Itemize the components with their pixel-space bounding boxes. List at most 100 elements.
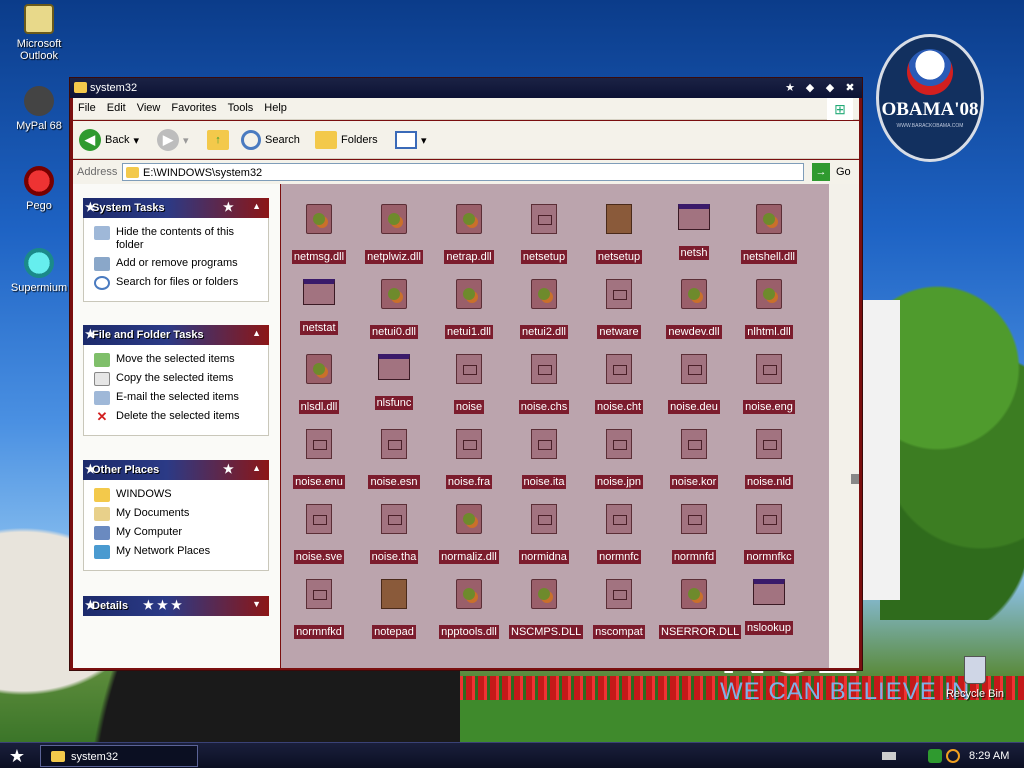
file-item[interactable]: netrap.dll (434, 204, 504, 264)
file-item[interactable]: netui1.dll (434, 279, 504, 339)
folder-icon (74, 82, 87, 93)
file-item[interactable]: noise.fra (434, 429, 504, 489)
file-item[interactable]: netsetup (584, 204, 654, 264)
close-button[interactable]: ✖ (842, 80, 858, 96)
system-tasks-header[interactable]: ★ System Tasks ★ ▲ (83, 198, 269, 218)
menu-favorites[interactable]: Favorites (166, 98, 222, 114)
clock[interactable]: 8:29 AM (969, 750, 1009, 762)
file-item[interactable]: netplwiz.dll (359, 204, 429, 264)
back-button[interactable]: ◀ Back ▾ (79, 128, 139, 152)
place-windows[interactable]: WINDOWS (94, 488, 262, 502)
collapse-chevron-icon[interactable]: ▲ (252, 463, 261, 473)
star-icon[interactable]: ★ (782, 80, 798, 96)
vertical-scrollbar[interactable] (829, 184, 859, 668)
address-input[interactable]: E:\WINDOWS\system32 (122, 163, 804, 181)
file-item[interactable]: noise.jpn (584, 429, 654, 489)
file-item[interactable]: noise.kor (659, 429, 729, 489)
search-button[interactable]: Search (241, 128, 300, 152)
file-name: NSCMPS.DLL (509, 625, 584, 639)
file-item[interactable]: noise.esn (359, 429, 429, 489)
file-item[interactable]: nlsfunc (359, 354, 429, 410)
file-item[interactable]: netmsg.dll (284, 204, 354, 264)
desktop-icon-mypal[interactable]: MyPal 68 (4, 86, 74, 132)
task-hide-contents[interactable]: Hide the contents of this folder (94, 226, 262, 252)
network-tray-icon[interactable] (928, 749, 942, 763)
menu-tools[interactable]: Tools (223, 98, 260, 114)
task-move-items[interactable]: Move the selected items (94, 353, 262, 367)
start-button[interactable]: ★ (4, 745, 30, 767)
file-item[interactable]: noise.chs (509, 354, 579, 414)
file-item[interactable]: normnfd (659, 504, 729, 564)
task-email-items[interactable]: E-mail the selected items (94, 391, 262, 405)
file-item[interactable]: noise.tha (359, 504, 429, 564)
file-item[interactable]: netui0.dll (359, 279, 429, 339)
go-button[interactable]: → Go (812, 163, 851, 181)
minimize-button[interactable]: ◆ (802, 80, 818, 96)
task-copy-items[interactable]: Copy the selected items (94, 372, 262, 386)
up-folder-button[interactable]: ↑ (207, 128, 229, 152)
maximize-button[interactable]: ◆ (822, 80, 838, 96)
task-search-files[interactable]: Search for files or folders (94, 276, 262, 290)
place-my-computer[interactable]: My Computer (94, 526, 262, 540)
file-item[interactable]: netui2.dll (509, 279, 579, 339)
menu-edit[interactable]: Edit (102, 98, 132, 114)
file-item[interactable]: normnfkc (734, 504, 804, 564)
file-item[interactable]: netsetup (509, 204, 579, 264)
desktop-icon-outlook[interactable]: Microsoft Outlook (4, 4, 74, 62)
scrollbar-thumb[interactable] (851, 474, 859, 484)
folders-button[interactable]: Folders (315, 128, 378, 152)
menu-file[interactable]: File (73, 98, 102, 114)
chevron-down-icon[interactable]: ▾ (133, 134, 139, 147)
file-item[interactable]: noise (434, 354, 504, 414)
expand-chevron-icon[interactable]: ▼ (252, 599, 261, 609)
file-item[interactable]: netshell.dll (734, 204, 804, 264)
file-item[interactable]: nlsdl.dll (284, 354, 354, 414)
keyboard-icon[interactable] (882, 752, 896, 760)
file-item[interactable]: noise.eng (734, 354, 804, 414)
details-header[interactable]: ★ Details ★ ★ ★ ▼ (83, 596, 269, 616)
file-item[interactable]: normaliz.dll (434, 504, 504, 564)
views-button[interactable]: ▾ (395, 128, 427, 152)
collapse-chevron-icon[interactable]: ▲ (252, 201, 261, 211)
menu-view[interactable]: View (132, 98, 167, 114)
task-delete-items[interactable]: ✕ Delete the selected items (94, 410, 262, 424)
file-item[interactable]: nscompat (584, 579, 654, 639)
file-item[interactable]: noise.sve (284, 504, 354, 564)
file-item[interactable]: noise.cht (584, 354, 654, 414)
place-my-network[interactable]: My Network Places (94, 545, 262, 559)
desktop-icon-recycle-bin[interactable]: Recycle Bin (940, 656, 1010, 700)
file-item[interactable]: nlhtml.dll (734, 279, 804, 339)
file-item[interactable]: noise.ita (509, 429, 579, 489)
other-places-header[interactable]: ★ Other Places ★ ▲ (83, 460, 269, 480)
search-tray-icon[interactable] (946, 749, 960, 763)
place-label: My Documents (116, 507, 190, 519)
file-item[interactable]: noise.nld (734, 429, 804, 489)
file-item[interactable]: normidna (509, 504, 579, 564)
title-bar[interactable]: system32 ★ ◆ ◆ ✖ (70, 78, 862, 98)
collapse-chevron-icon[interactable]: ▲ (252, 328, 261, 338)
desktop-icon-pego[interactable]: Pego (4, 166, 74, 212)
file-item[interactable]: nslookup (734, 579, 804, 635)
file-item[interactable]: normnfkd (284, 579, 354, 639)
file-item[interactable]: netware (584, 279, 654, 339)
forward-button[interactable]: ▶ ▾ (157, 128, 189, 152)
file-item[interactable]: noise.enu (284, 429, 354, 489)
file-item[interactable]: netstat (284, 279, 354, 335)
chevron-down-icon[interactable]: ▾ (183, 134, 189, 147)
file-item[interactable]: NSCMPS.DLL (509, 579, 584, 639)
file-item[interactable]: npptools.dll (434, 579, 504, 639)
menu-help[interactable]: Help (259, 98, 293, 114)
file-item[interactable]: netsh (659, 204, 729, 260)
file-item[interactable]: noise.deu (659, 354, 729, 414)
file-item[interactable]: newdev.dll (659, 279, 729, 339)
place-my-documents[interactable]: My Documents (94, 507, 262, 521)
chevron-down-icon[interactable]: ▾ (421, 134, 427, 147)
file-item[interactable]: notepad (359, 579, 429, 639)
taskbar-item-system32[interactable]: system32 (40, 745, 198, 767)
task-add-remove-programs[interactable]: Add or remove programs (94, 257, 262, 271)
file-item[interactable]: NSERROR.DLL (659, 579, 742, 639)
desktop-icon-supermium[interactable]: Supermium (4, 248, 74, 294)
file-folder-tasks-header[interactable]: ★ File and Folder Tasks ▲ (83, 325, 269, 345)
file-list-view[interactable]: netmsg.dll netplwiz.dll netrap.dll netsetup… (281, 184, 829, 668)
file-item[interactable]: normnfc (584, 504, 654, 564)
